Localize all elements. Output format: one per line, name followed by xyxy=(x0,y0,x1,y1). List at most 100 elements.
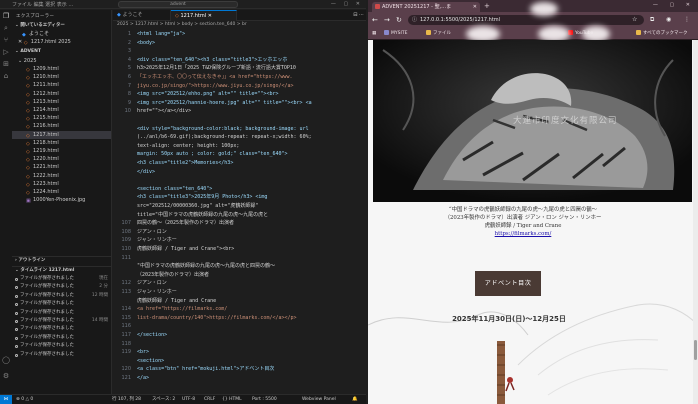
profile-icon[interactable]: ◉ xyxy=(666,15,671,25)
code-line[interactable]: h3>2025年12月1日「2025 T&D保険グループ新語・流行語大賞TOP1… xyxy=(137,64,363,72)
webview-panel[interactable]: Webview Panel xyxy=(302,395,336,404)
timeline-item[interactable]: ファイルが保存されました xyxy=(12,334,111,342)
code-line[interactable]: </section> xyxy=(137,331,363,339)
menu-icon[interactable]: ⋮ xyxy=(684,15,690,25)
code-line[interactable]: <section> xyxy=(137,357,363,365)
code-line[interactable]: <h3 class="title2">Memories</h3> xyxy=(137,159,363,167)
file-tree-item[interactable]: ◇ 1215.html xyxy=(12,114,111,122)
code-line[interactable]: <a class="btn" href="mokuji.html">アドベント目… xyxy=(137,365,363,373)
file-tree-item[interactable]: ◇ 1211.html xyxy=(12,81,111,89)
eol[interactable]: CRLF xyxy=(204,395,215,404)
code-line[interactable]: title="中国ドラマの虎鶴妖師録の九尾の虎〜九尾の虎と xyxy=(137,211,363,219)
live-server-port[interactable]: Port : 5500 xyxy=(252,395,277,404)
breadcrumb[interactable]: 2025 > 1217.html > html > body > section… xyxy=(113,21,366,29)
file-tree-item[interactable]: ◇ 1219.html xyxy=(12,147,111,155)
extensions-icon[interactable]: ⧉ xyxy=(650,15,654,25)
bookmark-apps-icon[interactable]: ▦ xyxy=(372,30,376,38)
code-line[interactable]: <br> xyxy=(137,348,363,356)
timeline-item[interactable]: ファイルが保存されました 2 分 xyxy=(12,283,111,291)
window-controls[interactable]: — ▢ ✕ xyxy=(653,2,695,8)
code-line[interactable]: margin: 50px auto ; color: gold;" class=… xyxy=(137,150,363,158)
timeline-item[interactable]: ファイルが保存されました xyxy=(12,300,111,308)
timeline-item[interactable]: ファイルが保存されました xyxy=(12,309,111,317)
editor-actions[interactable]: ⊟ ⋯ xyxy=(349,10,364,21)
code-line[interactable]: href=""></a></div> xyxy=(137,107,363,115)
scrollbar-thumb[interactable] xyxy=(694,340,697,360)
close-tab-icon[interactable]: ✕ xyxy=(473,2,477,12)
code-line[interactable]: ジアン・ロン xyxy=(137,228,363,236)
file-tree-item[interactable]: ◇ 1212.html xyxy=(12,90,111,98)
code-line[interactable]: "中国ドラマの虎鶴妖師録の九尾の虎〜九尾の虎と四罠の鶴〜 xyxy=(137,262,363,270)
filmarks-link[interactable]: https://filmarks.com/ xyxy=(495,231,552,237)
file-tree-item[interactable]: ◇ 1224.html xyxy=(12,188,111,196)
tab-1217-html[interactable]: ◇ 1217.html ✕ xyxy=(171,10,237,21)
file-tree-item[interactable]: ◇ 1216.html xyxy=(12,122,111,130)
file-tree-item[interactable]: ◇ 1214.html xyxy=(12,106,111,114)
browser-tab[interactable]: ADVENT 20251217 - 聖,…ま ✕ xyxy=(372,2,480,12)
code-line[interactable]: 虎鶴妖師録 / Tiger and Crane"><br> xyxy=(137,245,363,253)
file-tree-item[interactable]: ◇ 1210.html xyxy=(12,73,111,81)
open-editors-section[interactable]: ⌄ 開いているエディター xyxy=(12,22,111,29)
cursor-position[interactable]: 行 107, 列 28 xyxy=(112,395,141,404)
encoding[interactable]: UTF-8 xyxy=(182,395,195,404)
code-line[interactable]: ジャン・リンホー xyxy=(137,236,363,244)
code-line[interactable]: </div> xyxy=(137,168,363,176)
file-tree-item[interactable]: ◇ 1217.html xyxy=(12,130,111,139)
code-line[interactable]: src="202512/00000360.jpg" alt="虎鶴妖師録" xyxy=(137,202,363,210)
code-line[interactable]: <a href="https://filmarks.com/ xyxy=(137,305,363,313)
remote-icon[interactable]: ⌂ xyxy=(2,72,10,80)
gear-icon[interactable]: ⚙ xyxy=(2,372,10,380)
forward-icon[interactable]: → xyxy=(384,15,390,25)
run-debug-icon[interactable]: ▷ xyxy=(2,48,10,56)
problems-indicator[interactable]: ⊗ 0 △ 0 xyxy=(16,395,33,404)
timeline-item[interactable]: ファイルが保存されました xyxy=(12,325,111,333)
code-line[interactable]: <img src="202512/hannie-hoere.jpg" alt="… xyxy=(137,99,363,107)
code-line[interactable]: <img src="202512/ehho.png" alt="" title=… xyxy=(137,90,363,98)
code-line[interactable]: list-drama/country/140">https://filmarks… xyxy=(137,314,363,322)
code-line[interactable]: <body> xyxy=(137,39,363,47)
address-bar[interactable]: ⓘ 127.0.0.1:5500/2025/1217.html xyxy=(408,15,644,25)
all-bookmarks[interactable]: すべてのブックマーク xyxy=(636,30,688,38)
file-tree-item[interactable]: ◇ 1221.html xyxy=(12,163,111,171)
code-line[interactable]: <section class="ten_640"> xyxy=(137,185,363,193)
language-mode[interactable]: {} HTML xyxy=(222,395,242,404)
code-line[interactable]: <h3 class="title3">2025年9月 Photo</h3> <i… xyxy=(137,193,363,201)
file-tree-item[interactable]: ◇ 1218.html xyxy=(12,139,111,147)
search-icon[interactable]: ⌕ xyxy=(2,24,10,32)
extensions-icon[interactable]: ⊞ xyxy=(2,60,10,68)
tab-welcome[interactable]: ◆ ようこそ xyxy=(113,10,171,21)
source-control-icon[interactable]: ⑂ xyxy=(2,36,10,44)
code-line[interactable]: 「エッホエッホ、〇〇って伝えなきゃ」」<a href="https://www. xyxy=(137,73,363,81)
timeline-item[interactable]: ファイルが保存されました 現在 xyxy=(12,275,111,283)
close-icon[interactable]: ✕ xyxy=(18,39,22,45)
window-controls[interactable]: — ▢ ✕ xyxy=(331,1,363,7)
advent-index-button[interactable]: アドベント目次 xyxy=(475,271,541,296)
timeline-item[interactable]: ファイルが保存されました 12 時間 xyxy=(12,292,111,300)
open-editor-item[interactable]: ◆ ようこそ xyxy=(12,30,111,38)
file-tree-item[interactable]: ◇ 1220.html xyxy=(12,155,111,163)
code-view[interactable]: 1 <html lang="ja"> 2 <body> 3 4 <div class="te… xyxy=(113,30,366,392)
open-editor-item[interactable]: ✕ ◇ 1217.html 2025 xyxy=(12,38,111,46)
code-line[interactable]: 四罠の鶴〜（2025年製作のドラマ）出演者 xyxy=(137,219,363,227)
code-line[interactable]: ジアン・ロン xyxy=(137,279,363,287)
site-info-icon[interactable]: ⓘ xyxy=(412,15,417,25)
outline-section[interactable]: › アウトライン xyxy=(12,256,111,263)
back-icon[interactable]: ← xyxy=(372,15,378,25)
file-tree-item[interactable]: ◇ 1209.html xyxy=(12,65,111,73)
bookmark-star-icon[interactable]: ☆ xyxy=(632,15,637,25)
file-tree-item[interactable]: ◇ 1213.html xyxy=(12,98,111,106)
command-center[interactable]: advent xyxy=(118,1,238,8)
code-line[interactable]: <div style="background-color:black; back… xyxy=(137,125,363,133)
code-line[interactable]: ジャン・リンホー xyxy=(137,288,363,296)
indent-setting[interactable]: スペース: 2 xyxy=(152,395,175,404)
bookmark-item[interactable]: MYSITE xyxy=(384,30,407,38)
file-tree-item[interactable]: ◇ 1222.html xyxy=(12,172,111,180)
timeline-item[interactable]: ファイルが保存されました xyxy=(12,342,111,350)
timeline-item[interactable]: ファイルが保存されました xyxy=(12,351,111,359)
reload-icon[interactable]: ↻ xyxy=(396,15,402,25)
code-line[interactable]: <div class="ten_640"><h3 class="title3">… xyxy=(137,56,363,64)
page-scrollbar[interactable] xyxy=(693,40,698,404)
timeline-section[interactable]: ⌄ タイムライン 1217.html xyxy=(12,266,111,273)
menu-bar[interactable]: ファイル 編集 選択 表示 … xyxy=(12,1,73,8)
code-line[interactable]: <html lang="ja"> xyxy=(137,30,363,38)
